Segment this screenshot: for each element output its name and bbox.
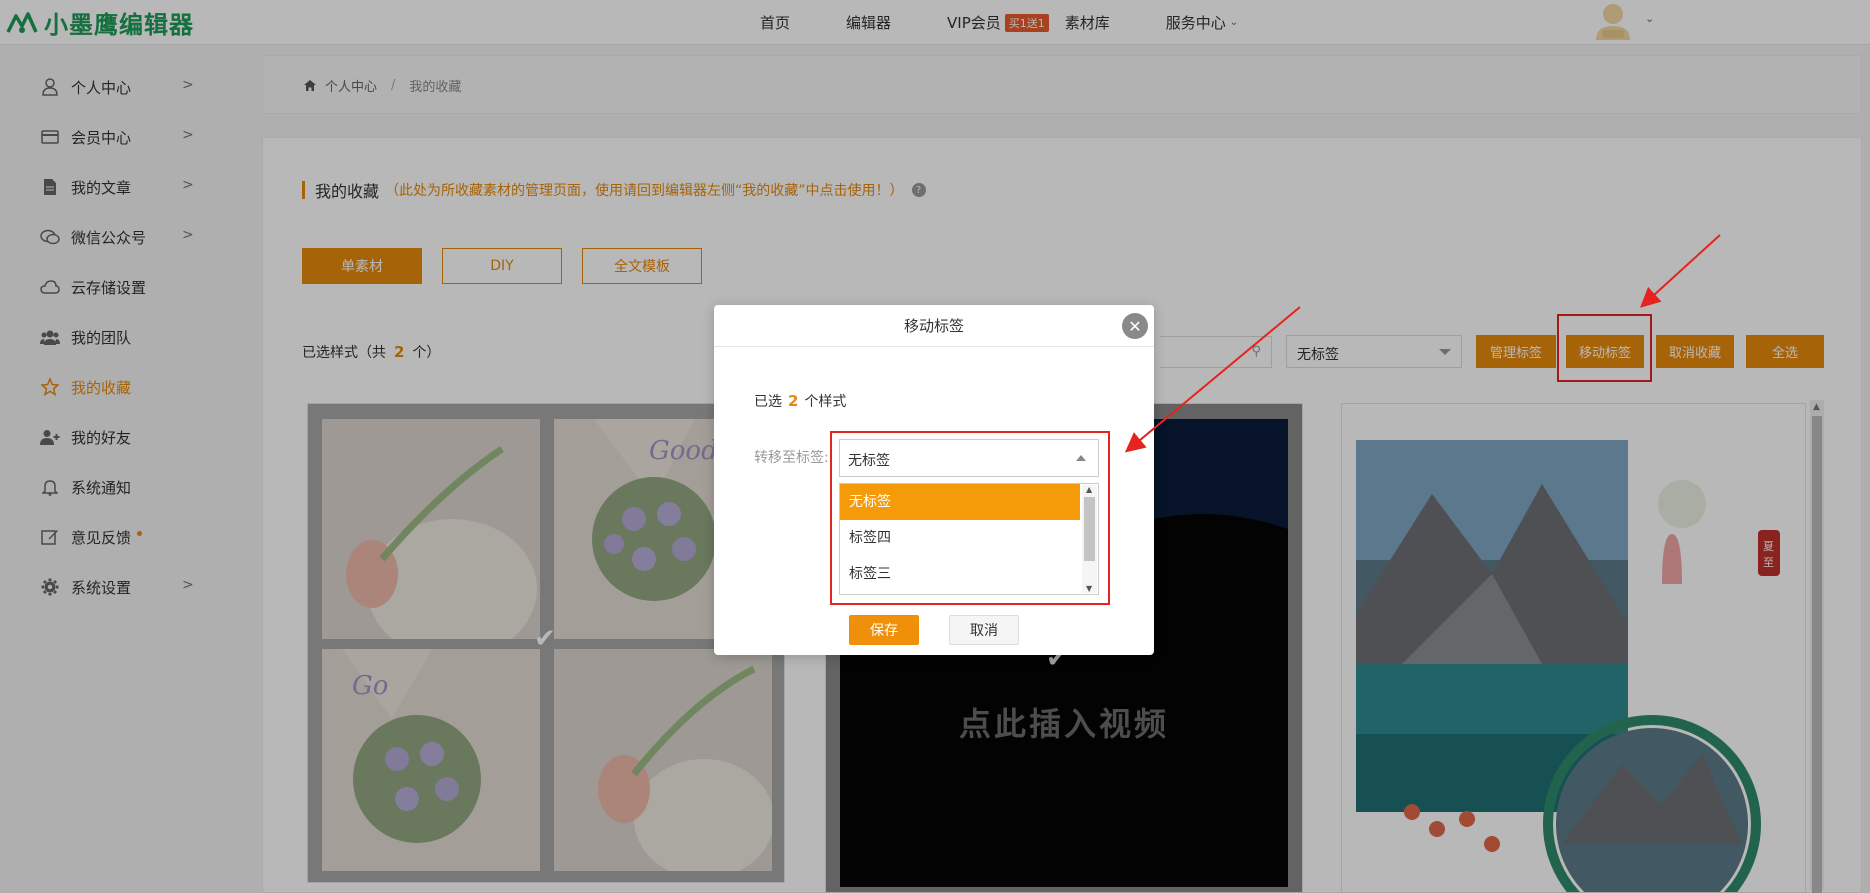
dialog-selected-prefix: 已选	[754, 394, 782, 410]
dialog-selected-suffix: 个样式	[804, 394, 847, 410]
close-icon[interactable]: ✕	[1122, 313, 1148, 339]
save-button[interactable]: 保存	[849, 615, 919, 645]
dialog-header: 移动标签	[714, 305, 1154, 347]
highlight-box-tag-select	[830, 431, 1110, 605]
dialog-selected-count: 已选 2 个样式	[754, 391, 846, 411]
cancel-button[interactable]: 取消	[949, 615, 1019, 645]
dialog-selected-number: 2	[788, 392, 799, 410]
transfer-to-label: 转移至标签:	[754, 450, 829, 466]
dialog-title: 移动标签	[903, 317, 964, 335]
